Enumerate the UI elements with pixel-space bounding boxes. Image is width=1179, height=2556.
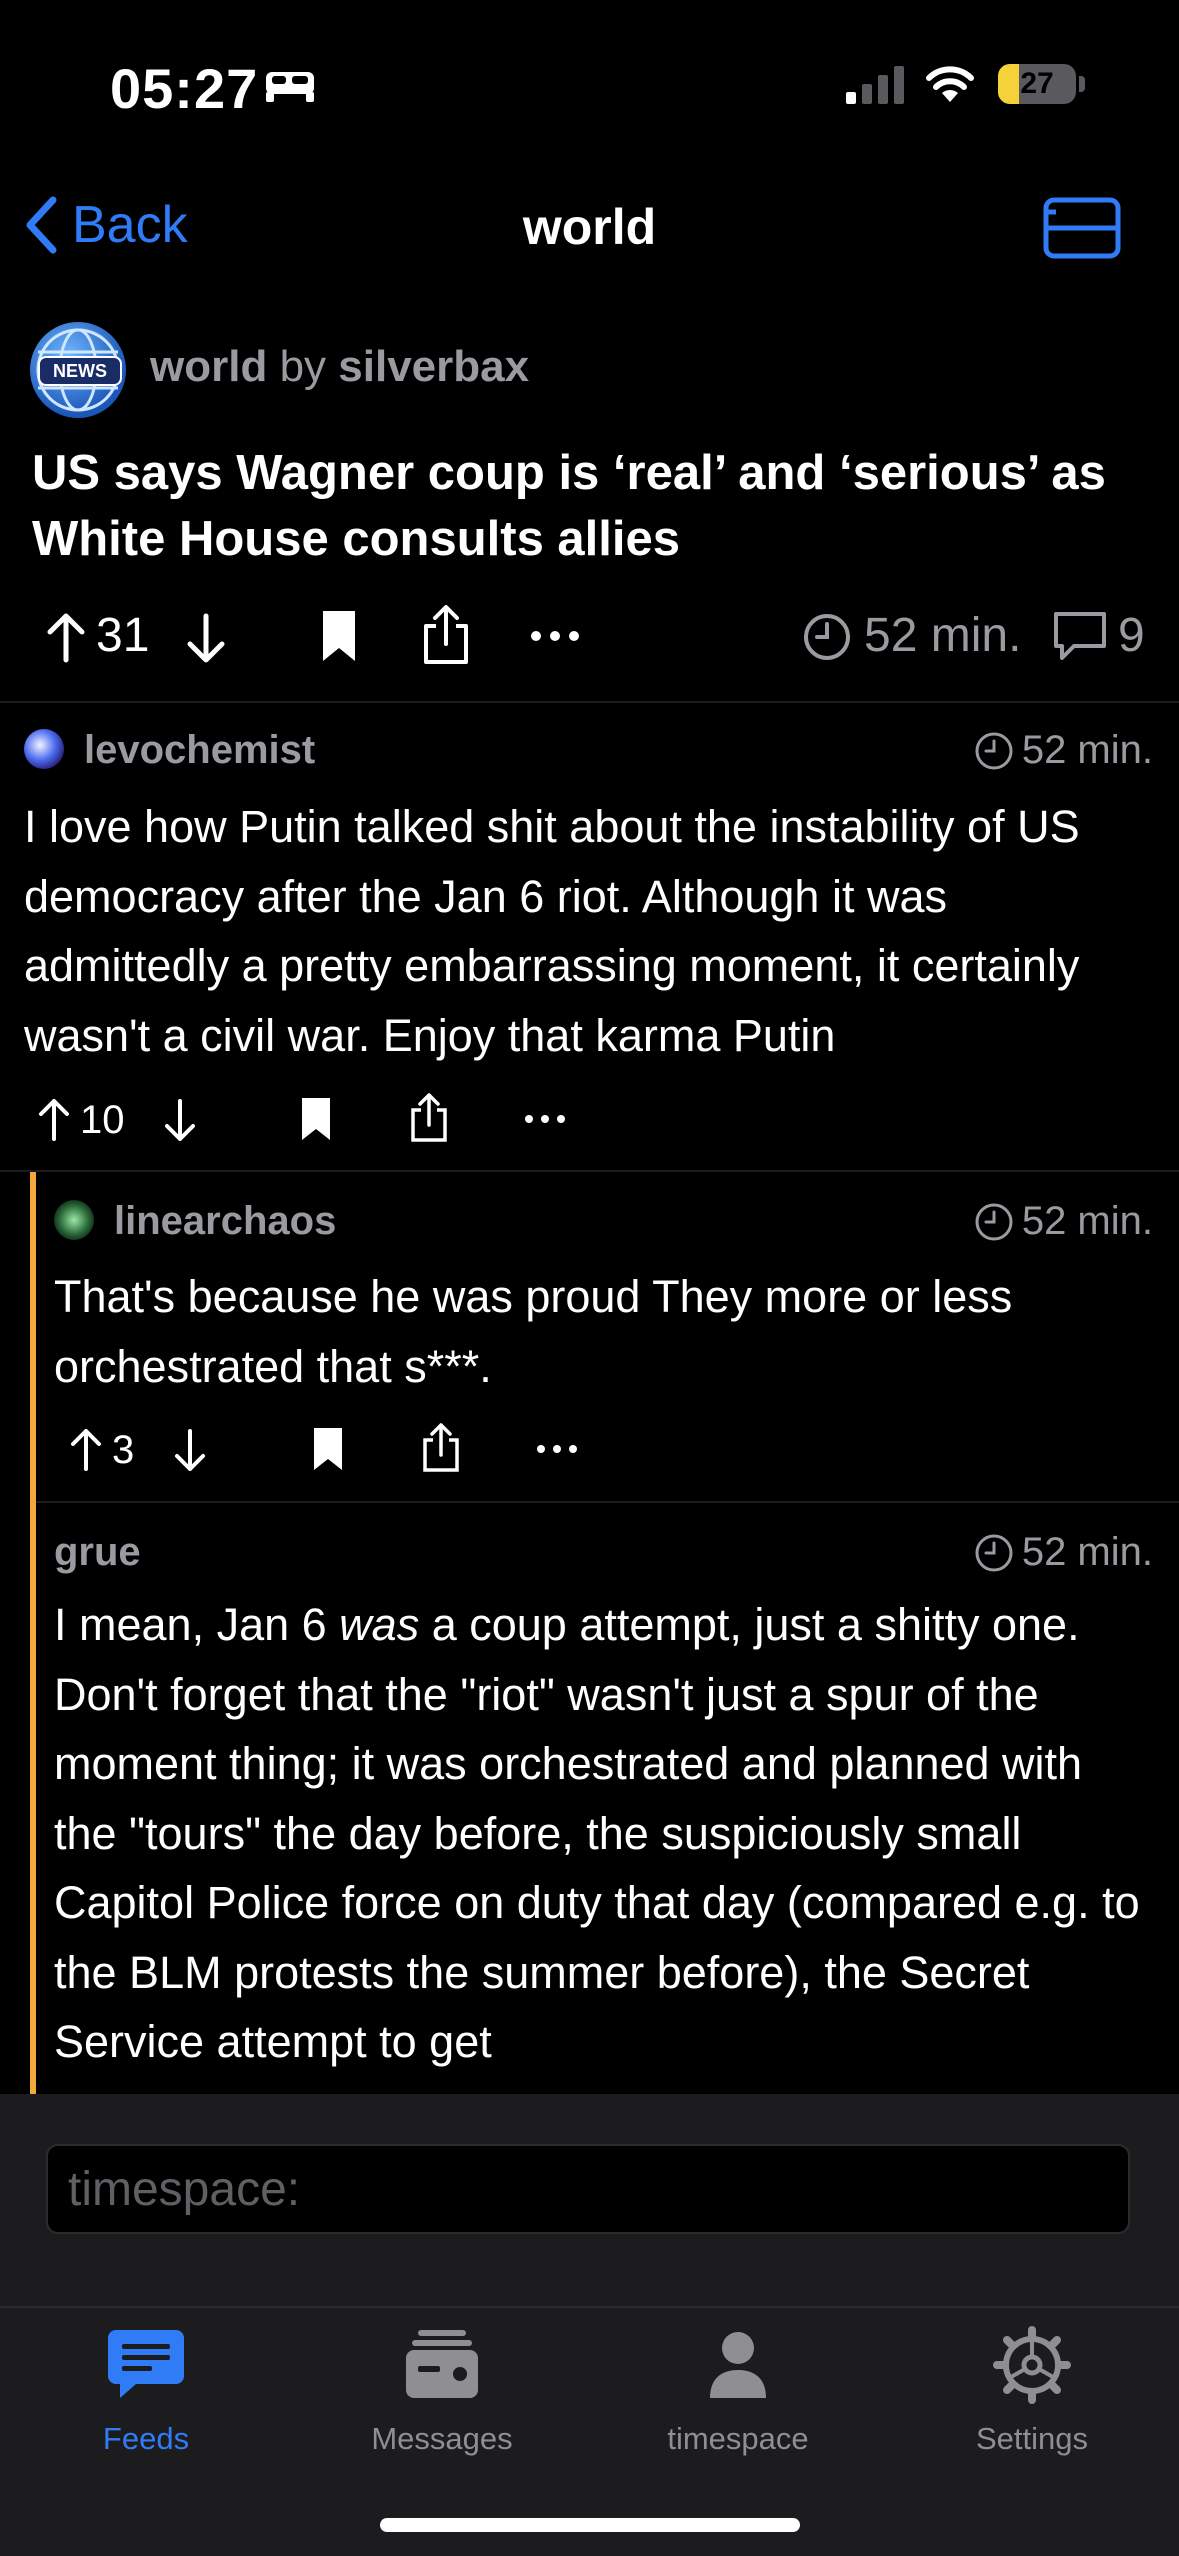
more-options-icon[interactable] [524, 1114, 566, 1124]
tab-label: Feeds [102, 2421, 190, 2456]
downvote-icon[interactable] [162, 1098, 198, 1144]
comment-body: That's because he was proud They more or… [54, 1271, 1013, 1392]
home-indicator[interactable] [380, 2518, 800, 2532]
upvote-icon[interactable] [68, 1426, 104, 1472]
divider [0, 701, 1179, 703]
clock-icon [804, 614, 850, 660]
person-icon [710, 2332, 766, 2398]
by-label: by [279, 342, 327, 391]
divider [0, 1170, 1179, 1172]
post-title[interactable]: US says Wagner coup is ‘real’ and ‘serio… [32, 440, 1152, 572]
community-avatar[interactable]: NEWS [30, 322, 126, 418]
gear-icon [993, 2326, 1071, 2404]
tab-timespace[interactable]: timespace [618, 2326, 858, 2457]
downvote-icon[interactable] [172, 1428, 208, 1474]
post-layout-icon[interactable] [1042, 196, 1122, 265]
comment-text-part: a coup attempt, just a shitty one. Don't… [54, 1599, 1140, 2067]
comment-username[interactable]: linearchaos [114, 1199, 336, 1244]
comment-score: 10 [80, 1098, 125, 1142]
comment-composer[interactable] [46, 2144, 1130, 2234]
divider [36, 1501, 1179, 1503]
comment-time: 52 min. [974, 728, 1153, 773]
page-title: world [522, 199, 657, 255]
upvote-icon[interactable] [44, 610, 88, 664]
more-options-icon[interactable] [536, 1444, 578, 1454]
bookmark-icon[interactable] [312, 1426, 344, 1472]
cellular-signal-icon [844, 64, 906, 109]
comment-time: 52 min. [974, 1199, 1153, 1244]
comment-time-text: 52 min. [1021, 728, 1153, 772]
comment-time-text: 52 min. [1021, 1199, 1153, 1243]
clock-icon [975, 1203, 1013, 1240]
comment-username[interactable]: grue [54, 1530, 141, 1575]
comment-count: 9 [1118, 609, 1145, 662]
tab-label: Messages [371, 2421, 513, 2456]
messages-icon [406, 2330, 478, 2398]
bookmark-icon[interactable] [320, 608, 358, 664]
feeds-icon [108, 2330, 184, 2398]
community-name[interactable]: world [150, 342, 267, 391]
tab-messages[interactable]: Messages [322, 2326, 562, 2457]
comment-emphasis: was [339, 1599, 420, 1650]
clock-icon [975, 732, 1013, 769]
comment-action-bar: 10 [0, 1090, 1179, 1150]
post-score: 31 [96, 609, 150, 662]
comment-score: 3 [112, 1428, 135, 1472]
comment-time: 52 min. [974, 1530, 1153, 1575]
composer-input[interactable] [48, 2146, 1128, 2232]
tab-settings[interactable]: Settings [912, 2326, 1152, 2457]
battery-percent: 27 [1020, 67, 1054, 100]
clock-icon [975, 1534, 1013, 1571]
post-time: 52 min. [864, 609, 1022, 662]
tab-feeds[interactable]: Feeds [26, 2326, 266, 2457]
status-time: 05:27 [110, 57, 259, 120]
comment-time-text: 52 min. [1021, 1530, 1153, 1574]
tab-label: timespace [667, 2421, 809, 2456]
comment-avatar[interactable] [54, 1200, 94, 1240]
sleep-focus-icon [262, 62, 318, 111]
share-icon[interactable] [420, 604, 472, 666]
comment-action-bar: 3 [0, 1420, 1179, 1480]
share-icon[interactable] [420, 1422, 462, 1474]
wifi-icon [924, 62, 976, 109]
news-badge: NEWS [38, 356, 122, 386]
battery-tip [1079, 76, 1085, 92]
upvote-icon[interactable] [36, 1096, 72, 1142]
comment-avatar[interactable] [24, 729, 64, 769]
comment-body: I mean, Jan 6 was a coup attempt, just a… [54, 1590, 1154, 2077]
comment-text-part: I mean, Jan 6 [54, 1599, 340, 1650]
comment-body: I love how Putin talked shit about the i… [24, 801, 1080, 1061]
bookmark-icon[interactable] [300, 1096, 332, 1142]
post-meta: world by silverbax [150, 342, 529, 392]
comment-username[interactable]: levochemist [84, 728, 315, 773]
comment-body-clip: I mean, Jan 6 was a coup attempt, just a… [0, 1590, 1179, 2094]
tab-label: Settings [975, 2421, 1088, 2456]
more-options-icon[interactable] [530, 630, 580, 642]
comment-bubble-icon [1054, 612, 1106, 660]
post-author[interactable]: silverbax [338, 342, 529, 391]
share-icon[interactable] [408, 1092, 450, 1144]
battery-indicator: 27 [998, 64, 1076, 104]
post-action-bar: 31 52 min. 9 [0, 600, 1179, 672]
downvote-icon[interactable] [184, 612, 228, 666]
